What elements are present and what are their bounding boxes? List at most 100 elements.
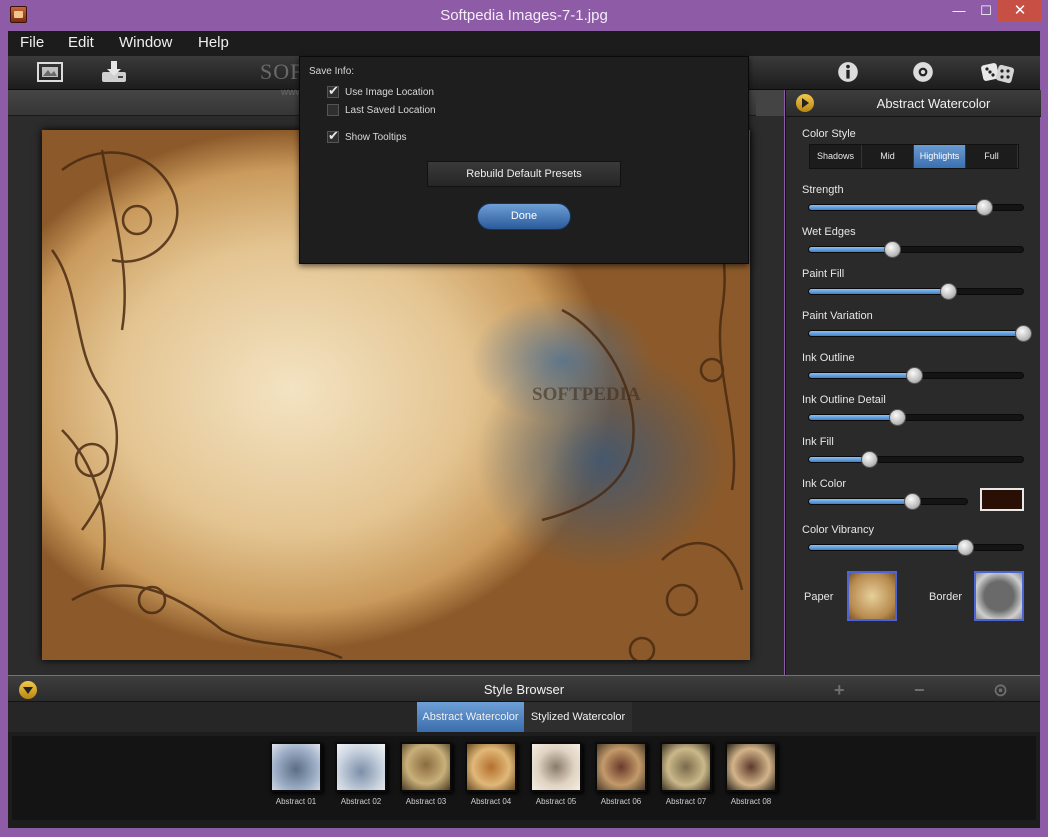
reset-preset-icon[interactable]: ⊙ <box>993 680 1008 701</box>
slider-knob[interactable] <box>940 283 958 300</box>
panel-title: Abstract Watercolor <box>876 96 991 111</box>
last-saved-location-label: Last Saved Location <box>345 105 436 116</box>
preset-name: Abstract 07 <box>665 797 707 806</box>
strength-slider[interactable] <box>808 199 1024 216</box>
done-button[interactable]: Done <box>477 203 571 230</box>
dice-icon[interactable] <box>980 60 1016 84</box>
add-preset-icon[interactable]: + <box>834 680 845 701</box>
preset-item[interactable]: Abstract 07 <box>660 742 712 806</box>
slider-label-paint-fill: Paint Fill <box>802 268 845 280</box>
slider-knob[interactable] <box>903 493 921 510</box>
color-vibrancy-slider[interactable] <box>808 539 1024 556</box>
ink-color-swatch[interactable] <box>980 488 1024 511</box>
preset-item[interactable]: Abstract 05 <box>530 742 582 806</box>
maximize-button[interactable]: ☐ <box>974 0 998 22</box>
info-icon[interactable] <box>834 60 862 84</box>
preset-name: Abstract 05 <box>535 797 577 806</box>
preset-name: Abstract 06 <box>600 797 642 806</box>
settings-popover: Save Info: Use Image Location Last Saved… <box>299 56 749 264</box>
save-download-icon[interactable] <box>100 60 128 84</box>
menu-edit[interactable]: Edit <box>68 34 94 51</box>
slider-knob[interactable] <box>976 199 994 216</box>
last-saved-location-checkbox[interactable] <box>327 104 339 116</box>
slider-label-paint-variation: Paint Variation <box>802 310 873 322</box>
border-label: Border <box>929 591 963 603</box>
show-tooltips-checkbox[interactable] <box>327 128 339 144</box>
color-style-highlights[interactable]: Highlights <box>914 145 966 168</box>
ink-outline-slider[interactable] <box>808 367 1024 384</box>
preset-item[interactable]: Abstract 02 <box>335 742 387 806</box>
color-style-segmented: Shadows Mid Highlights Full <box>809 144 1019 169</box>
ink-color-slider[interactable] <box>808 493 968 510</box>
slider-knob[interactable] <box>957 539 975 556</box>
color-style-mid[interactable]: Mid <box>862 145 914 168</box>
ink-fill-slider[interactable] <box>808 451 1024 468</box>
remove-preset-icon[interactable]: − <box>914 680 925 701</box>
preset-thumbnail <box>725 742 777 792</box>
border-texture-thumbnail[interactable] <box>974 571 1024 621</box>
preset-item[interactable]: Abstract 06 <box>595 742 647 806</box>
preset-item[interactable]: Abstract 01 <box>270 742 322 806</box>
use-image-location-checkbox[interactable] <box>327 83 339 99</box>
preset-thumbnail <box>400 742 452 792</box>
minimize-button[interactable]: — <box>944 0 974 22</box>
preset-thumbnail <box>465 742 517 792</box>
close-button[interactable]: ✕ <box>998 0 1042 22</box>
preset-name: Abstract 04 <box>470 797 512 806</box>
title-bar[interactable]: Softpedia Images-7-1.jpg — ☐ ✕ <box>0 0 1048 31</box>
open-image-icon[interactable] <box>36 60 64 84</box>
effect-settings-panel: Abstract Watercolor Color Style Shadows … <box>785 90 1041 675</box>
preset-thumbnail <box>335 742 387 792</box>
preset-name: Abstract 03 <box>405 797 447 806</box>
ink-outline-detail-slider[interactable] <box>808 409 1024 426</box>
rebuild-default-presets-button[interactable]: Rebuild Default Presets <box>427 161 621 187</box>
play-icon[interactable] <box>796 94 814 112</box>
slider-label-ink-fill: Ink Fill <box>802 436 834 448</box>
window-title: Softpedia Images-7-1.jpg <box>440 7 608 24</box>
menu-help[interactable]: Help <box>198 34 229 51</box>
slider-label-ink-outline-detail: Ink Outline Detail <box>802 394 886 406</box>
paint-variation-slider[interactable] <box>808 325 1032 342</box>
slider-label-color-vibrancy: Color Vibrancy <box>802 524 874 536</box>
app-window: Softpedia Images-7-1.jpg — ☐ ✕ File Edit… <box>0 0 1048 837</box>
color-style-shadows[interactable]: Shadows <box>810 145 862 168</box>
slider-knob[interactable] <box>860 451 878 468</box>
slider-knob[interactable] <box>1015 325 1032 342</box>
preset-thumbnail <box>595 742 647 792</box>
preset-name: Abstract 01 <box>275 797 317 806</box>
style-browser-title: Style Browser <box>483 682 565 697</box>
slider-knob[interactable] <box>905 367 923 384</box>
slider-label-ink-color: Ink Color <box>802 478 847 490</box>
slider-knob[interactable] <box>884 241 902 258</box>
tab-abstract-watercolor[interactable]: Abstract Watercolor <box>417 702 524 732</box>
settings-icon[interactable] <box>909 60 937 84</box>
slider-knob[interactable] <box>888 409 906 426</box>
style-browser: Style Browser + − ⊙ Abstract Watercolor … <box>8 676 1040 828</box>
show-tooltips-label: Show Tooltips <box>345 132 407 143</box>
paper-label: Paper <box>804 591 834 603</box>
preset-thumbnail <box>270 742 322 792</box>
color-style-label: Color Style <box>802 128 856 140</box>
preset-name: Abstract 02 <box>340 797 382 806</box>
wet-edges-slider[interactable] <box>808 241 1024 258</box>
style-browser-header: Style Browser + − ⊙ <box>8 676 1040 702</box>
preset-tray: Abstract 01 Abstract 02 Abstract 03 Abst… <box>12 736 1036 820</box>
slider-label-wet-edges: Wet Edges <box>802 226 856 238</box>
menu-file[interactable]: File <box>20 34 44 51</box>
canvas-strip-end <box>756 90 784 116</box>
save-info-label: Save Info: <box>309 66 355 77</box>
use-image-location-label: Use Image Location <box>345 87 434 98</box>
tab-stylized-watercolor[interactable]: Stylized Watercolor <box>524 702 632 732</box>
menu-bar: File Edit Window Help <box>8 31 1040 56</box>
panel-header: Abstract Watercolor <box>786 90 1041 117</box>
paint-fill-slider[interactable] <box>808 283 1024 300</box>
preset-item[interactable]: Abstract 03 <box>400 742 452 806</box>
preset-item[interactable]: Abstract 04 <box>465 742 517 806</box>
slider-label-strength: Strength <box>802 184 844 196</box>
color-style-full[interactable]: Full <box>966 145 1018 168</box>
preset-name: Abstract 08 <box>730 797 772 806</box>
preset-thumbnail <box>530 742 582 792</box>
preset-item[interactable]: Abstract 08 <box>725 742 777 806</box>
menu-window[interactable]: Window <box>119 34 172 51</box>
paper-texture-thumbnail[interactable] <box>847 571 897 621</box>
